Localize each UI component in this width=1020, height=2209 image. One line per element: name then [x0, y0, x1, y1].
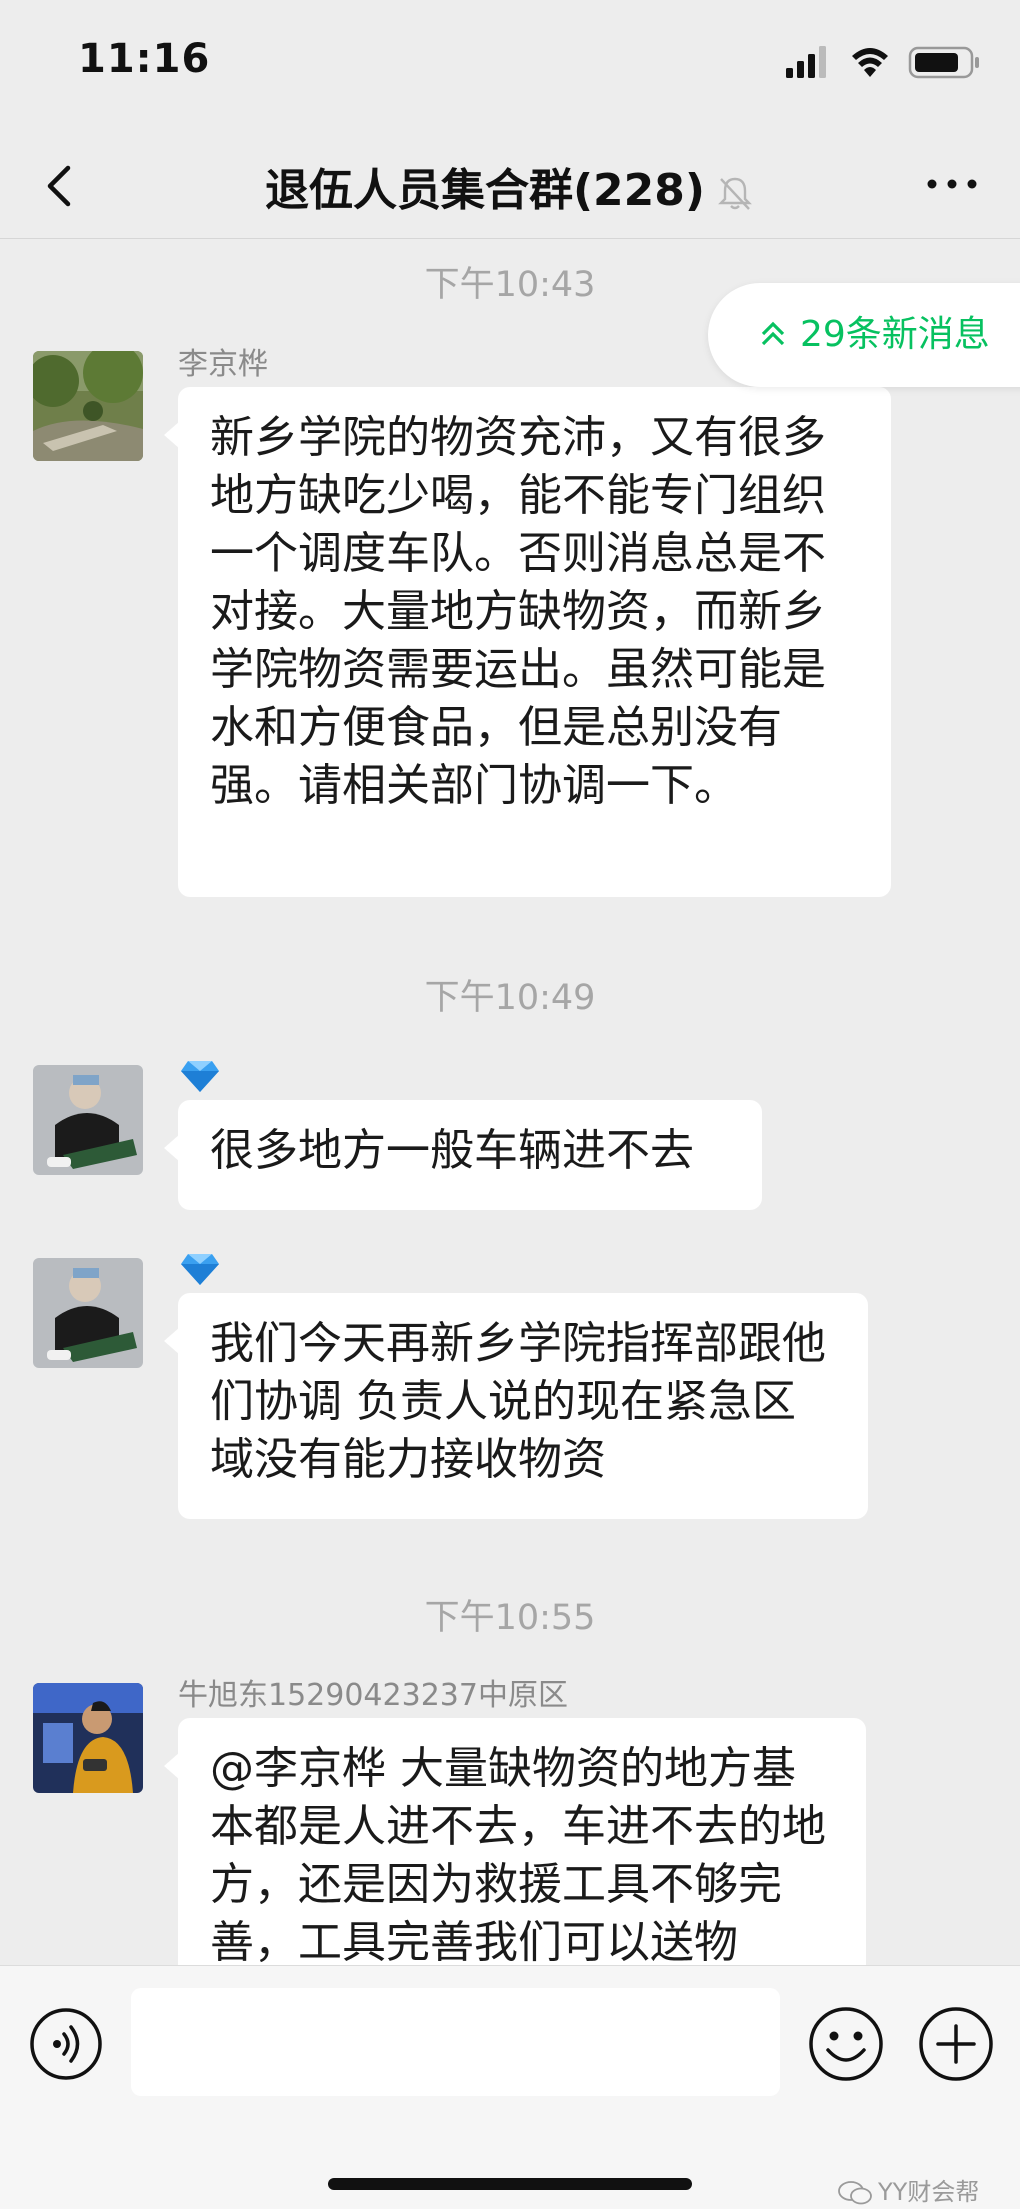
sender-name: 李京桦: [178, 347, 268, 382]
message-text-input[interactable]: [131, 1988, 780, 2096]
wechat-logo-icon: [838, 2181, 872, 2205]
sender-name: 牛旭东15290423237中原区: [178, 1678, 568, 1713]
avatar[interactable]: [33, 351, 143, 461]
message-bubble[interactable]: @李京桦 大量缺物资的地方基本都是人进不去，车进不去的地方，还是因为救援工具不够…: [164, 1718, 866, 1965]
battery-icon: [908, 46, 979, 79]
status-bar: 11:16: [0, 0, 1020, 130]
message-bubble[interactable]: 很多地方一般车辆进不去: [164, 1100, 762, 1210]
wifi-icon: [852, 48, 888, 77]
chat-title-wrap: 退伍人员集合群(228): [0, 154, 1020, 218]
mute-bell-icon: [718, 177, 752, 210]
status-icons: [786, 46, 979, 79]
avatar-landscape-image: [33, 351, 143, 461]
more-options-icon[interactable]: [924, 166, 980, 202]
watermark-text: YY财会帮: [878, 2178, 980, 2206]
watermark: YY财会帮: [838, 2172, 979, 2207]
diamond-icon: [181, 1254, 219, 1285]
avatar-person-image: [33, 1258, 143, 1368]
message-bubble[interactable]: 新乡学院的物资充沛，又有很多地方缺吃少喝，能不能专门组织一个调度车队。否则消息总…: [164, 387, 891, 897]
signal-icon: [786, 46, 826, 78]
plus-icon[interactable]: [916, 2004, 996, 2084]
avatar-person-image: [33, 1683, 143, 1793]
timestamp: 下午10:55: [424, 1598, 596, 1638]
status-time: 11:16: [78, 36, 211, 82]
chat-messages-area[interactable]: 下午10:43 李京桦 新乡学院的物资充沛，又有很多地方缺吃少喝，能不能专门组织…: [0, 239, 1020, 1965]
avatar[interactable]: [33, 1065, 143, 1175]
avatar[interactable]: [33, 1258, 143, 1368]
message-bubble[interactable]: 我们今天再新乡学院指挥部跟他们协调 负责人说的现在紧急区域没有能力接收物资: [164, 1293, 868, 1519]
home-indicator[interactable]: [328, 2178, 692, 2190]
double-chevron-up-icon: [761, 321, 785, 346]
timestamp: 下午10:49: [424, 978, 596, 1018]
emoji-icon[interactable]: [806, 2004, 886, 2084]
chat-header: 退伍人员集合群(228): [0, 130, 1020, 239]
new-messages-button[interactable]: 29条新消息: [708, 283, 1020, 387]
chat-title: 退伍人员集合群(228): [264, 165, 706, 216]
voice-input-icon[interactable]: [28, 2006, 104, 2082]
avatar[interactable]: [33, 1683, 143, 1793]
diamond-icon: [181, 1061, 219, 1092]
avatar-person-image: [33, 1065, 143, 1175]
new-messages-label: 29条新消息: [800, 314, 990, 355]
